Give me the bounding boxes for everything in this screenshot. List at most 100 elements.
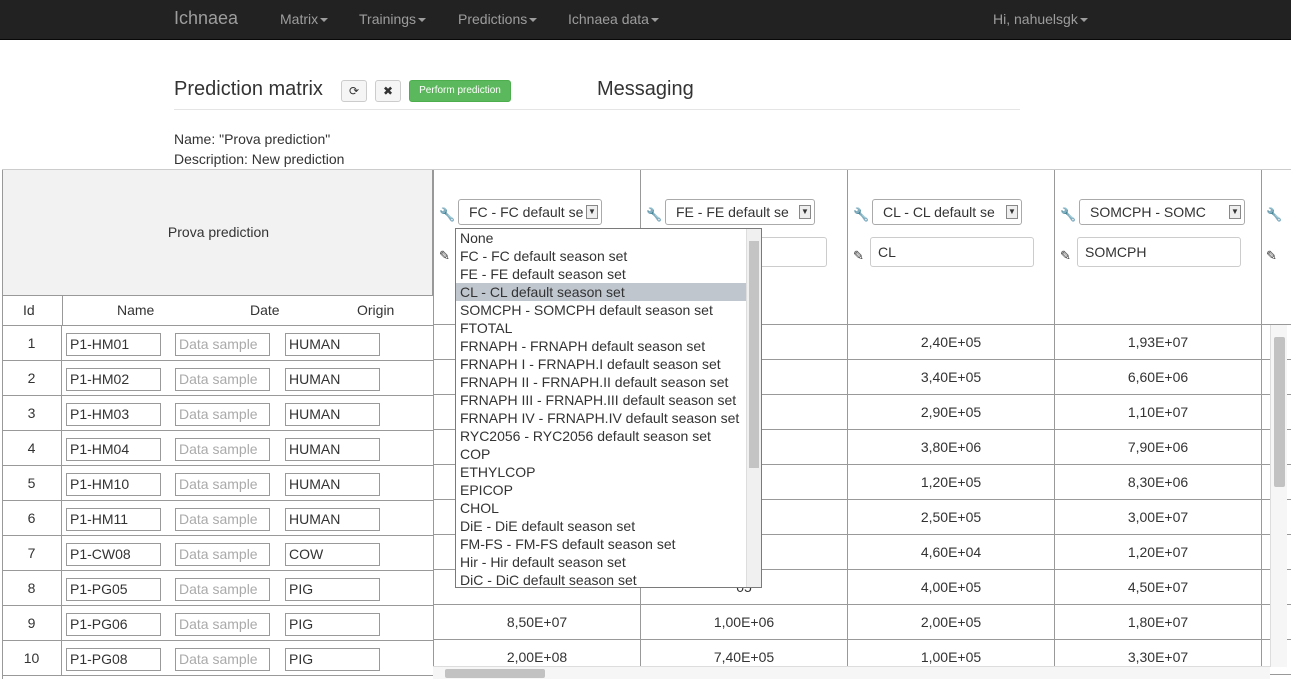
horizontal-scrollbar[interactable] xyxy=(433,666,1270,679)
sample-date-input[interactable]: Data sample xyxy=(175,403,270,426)
matrix-cell[interactable]: 3,80E+06 xyxy=(847,430,1054,465)
sample-date-input[interactable]: Data sample xyxy=(175,508,270,531)
perform-prediction-button[interactable]: Perform prediction xyxy=(409,80,511,102)
matrix-cell[interactable]: 8,30E+06 xyxy=(1054,465,1261,500)
menu-trainings[interactable]: Trainings xyxy=(359,11,427,27)
dropdown-option[interactable]: FRNAPH III - FRNAPH.III default season s… xyxy=(456,391,761,409)
dropdown-option[interactable]: ETHYLCOP xyxy=(456,463,761,481)
dropdown-option[interactable]: FRNAPH I - FRNAPH.I default season set xyxy=(456,355,761,373)
season-set-dropdown-list[interactable]: None FC - FC default season set FE - FE de… xyxy=(455,228,762,588)
sample-origin-input[interactable]: HUMAN xyxy=(285,333,380,356)
matrix-cell[interactable]: 2,50E+05 xyxy=(847,500,1054,535)
sample-name-input[interactable]: P1-HM02 xyxy=(66,368,161,391)
matrix-cell[interactable]: 3,40E+05 xyxy=(847,360,1054,395)
season-set-select[interactable]: FE - FE default se ▼ xyxy=(665,199,815,225)
dropdown-option[interactable]: COP xyxy=(456,445,761,463)
scroll-thumb[interactable] xyxy=(445,669,545,678)
wrench-icon[interactable]: 🔧 xyxy=(439,207,455,223)
season-set-select[interactable]: SOMCPH - SOMC ▼ xyxy=(1079,199,1245,225)
dropdown-option[interactable]: None xyxy=(456,229,761,247)
dropdown-scrollbar[interactable] xyxy=(746,229,761,587)
matrix-cell[interactable]: 1,00E+06 xyxy=(640,605,847,640)
matrix-cell[interactable]: 6,60E+06 xyxy=(1054,360,1261,395)
pencil-icon[interactable]: ✎ xyxy=(853,248,864,264)
matrix-cell[interactable]: 8,50E+07 xyxy=(433,605,640,640)
sample-origin-input[interactable]: HUMAN xyxy=(285,403,380,426)
dropdown-option[interactable]: FRNAPH - FRNAPH default season set xyxy=(456,337,761,355)
dropdown-option[interactable]: Hir - Hir default season set xyxy=(456,553,761,571)
matrix-cell[interactable]: 1,10E+07 xyxy=(1054,395,1261,430)
dropdown-option[interactable]: DiC - DiC default season set xyxy=(456,571,761,587)
matrix-cell[interactable]: 2,90E+05 xyxy=(847,395,1054,430)
sample-name-input[interactable]: P1-PG05 xyxy=(66,578,161,601)
dropdown-option[interactable]: FE - FE default season set xyxy=(456,265,761,283)
sample-name-input[interactable]: P1-HM11 xyxy=(66,508,161,531)
sample-name-input[interactable]: P1-PG08 xyxy=(66,648,161,671)
sample-name-input[interactable]: P1-PG06 xyxy=(66,613,161,636)
sample-origin-input[interactable]: COW xyxy=(285,543,380,566)
matrix-cell[interactable]: 1,20E+05 xyxy=(847,465,1054,500)
sample-date-input[interactable]: Data sample xyxy=(175,578,270,601)
pencil-icon[interactable]: ✎ xyxy=(1060,248,1071,264)
dropdown-option[interactable]: FRNAPH II - FRNAPH.II default season set xyxy=(456,373,761,391)
sample-name-input[interactable]: P1-HM01 xyxy=(66,333,161,356)
dropdown-option[interactable]: EPICOP xyxy=(456,481,761,499)
dropdown-option[interactable]: DiE - DiE default season set xyxy=(456,517,761,535)
menu-matrix[interactable]: Matrix xyxy=(280,11,329,27)
sample-origin-input[interactable]: HUMAN xyxy=(285,473,380,496)
season-set-select[interactable]: FC - FC default se ▼ xyxy=(458,199,602,225)
sample-date-input[interactable]: Data sample xyxy=(175,543,270,566)
matrix-cell[interactable]: 4,60E+04 xyxy=(847,535,1054,570)
dropdown-option[interactable]: FM-FS - FM-FS default season set xyxy=(456,535,761,553)
matrix-cell[interactable]: 2,40E+05 xyxy=(847,325,1054,360)
sample-name-input[interactable]: P1-CW08 xyxy=(66,543,161,566)
dropdown-option[interactable]: RYC2056 - RYC2056 default season set xyxy=(456,427,761,445)
dropdown-option[interactable]: CL - CL default season set xyxy=(456,283,761,301)
vertical-scrollbar[interactable] xyxy=(1270,325,1287,667)
sample-origin-input[interactable]: HUMAN xyxy=(285,508,380,531)
dropdown-option[interactable]: FC - FC default season set xyxy=(456,247,761,265)
season-set-select[interactable]: CL - CL default se ▼ xyxy=(872,199,1022,225)
sample-date-input[interactable]: Data sample xyxy=(175,613,270,636)
matrix-cell[interactable]: 2,00E+05 xyxy=(847,605,1054,640)
sample-origin-input[interactable]: PIG xyxy=(285,578,380,601)
sample-origin-input[interactable]: PIG xyxy=(285,648,380,671)
wrench-icon[interactable]: 🔧 xyxy=(853,207,869,223)
sample-origin-input[interactable]: PIG xyxy=(285,613,380,636)
sample-date-input[interactable]: Data sample xyxy=(175,368,270,391)
scroll-thumb[interactable] xyxy=(749,241,759,468)
matrix-cell[interactable]: 7,90E+06 xyxy=(1054,430,1261,465)
wrench-icon[interactable]: 🔧 xyxy=(1060,207,1076,223)
scroll-thumb[interactable] xyxy=(1274,337,1285,487)
column-alias-input[interactable]: SOMCPH xyxy=(1077,237,1241,267)
pencil-icon[interactable]: ✎ xyxy=(1266,248,1277,264)
dropdown-option[interactable]: FRNAPH IV - FRNAPH.IV default season set xyxy=(456,409,761,427)
sample-date-input[interactable]: Data sample xyxy=(175,648,270,671)
dropdown-option[interactable]: SOMCPH - SOMCPH default season set xyxy=(456,301,761,319)
dropdown-option[interactable]: FTOTAL xyxy=(456,319,761,337)
sample-date-input[interactable]: Data sample xyxy=(175,438,270,461)
refresh-button[interactable]: ⟳ xyxy=(341,80,367,102)
sample-origin-input[interactable]: HUMAN xyxy=(285,438,380,461)
user-menu[interactable]: Hi, nahuelsgk xyxy=(993,11,1088,27)
menu-predictions[interactable]: Predictions xyxy=(458,11,538,27)
matrix-cell[interactable]: 1,93E+07 xyxy=(1054,325,1261,360)
matrix-cell[interactable]: 1,20E+07 xyxy=(1054,535,1261,570)
matrix-cell[interactable]: 4,50E+07 xyxy=(1054,570,1261,605)
sample-name-input[interactable]: P1-HM03 xyxy=(66,403,161,426)
wrench-icon[interactable]: 🔧 xyxy=(1266,207,1282,223)
sample-date-input[interactable]: Data sample xyxy=(175,473,270,496)
delete-button[interactable]: ✖ xyxy=(375,80,401,102)
dropdown-option[interactable]: CHOL xyxy=(456,499,761,517)
brand-logo[interactable]: Ichnaea xyxy=(174,8,238,29)
sample-date-input[interactable]: Data sample xyxy=(175,333,270,356)
matrix-cell[interactable]: 1,80E+07 xyxy=(1054,605,1261,640)
pencil-icon[interactable]: ✎ xyxy=(439,248,450,264)
sample-origin-input[interactable]: HUMAN xyxy=(285,368,380,391)
column-alias-input[interactable]: CL xyxy=(870,237,1034,267)
sample-name-input[interactable]: P1-HM10 xyxy=(66,473,161,496)
sample-name-input[interactable]: P1-HM04 xyxy=(66,438,161,461)
menu-ichnaea-data[interactable]: Ichnaea data xyxy=(568,11,659,27)
matrix-cell[interactable]: 4,00E+05 xyxy=(847,570,1054,605)
matrix-cell[interactable]: 3,00E+07 xyxy=(1054,500,1261,535)
